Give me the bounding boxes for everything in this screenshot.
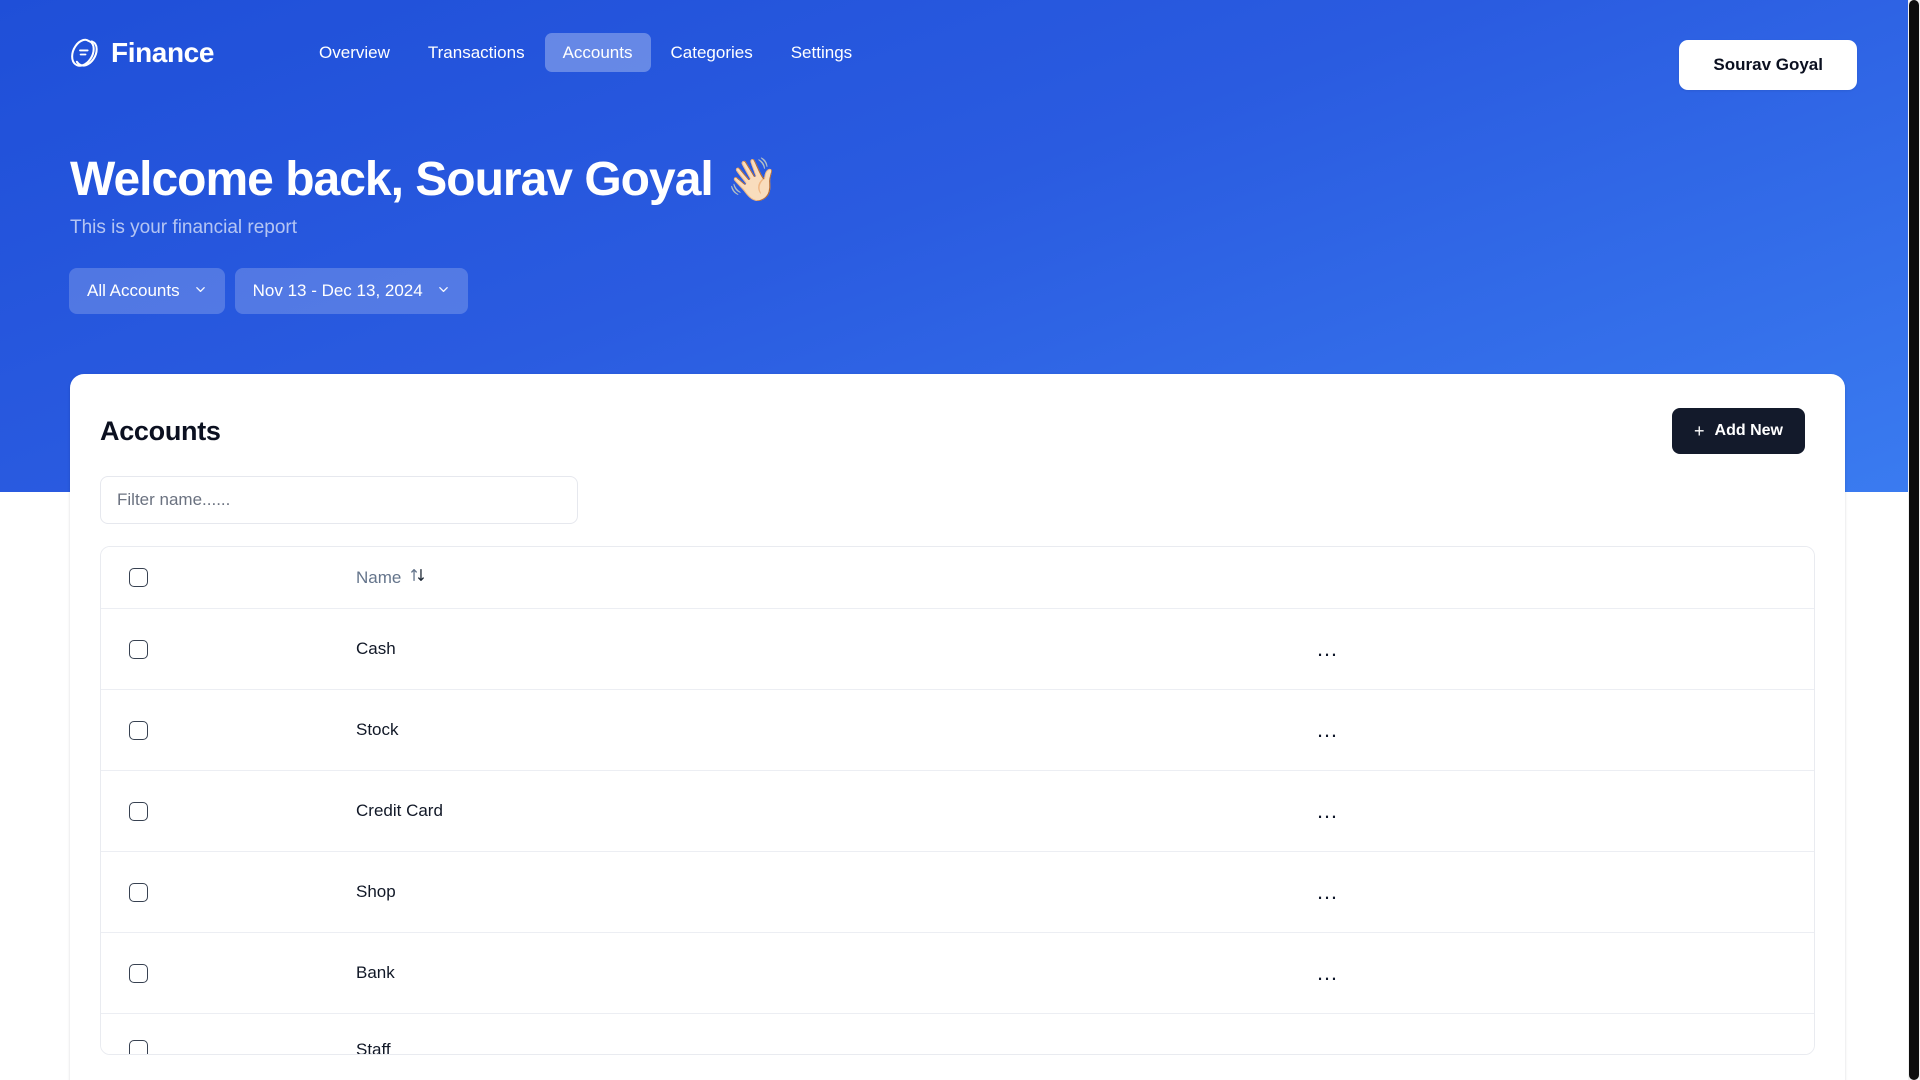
add-new-button[interactable]: + Add New bbox=[1672, 408, 1805, 454]
row-name-cell: Stock bbox=[356, 720, 1314, 740]
account-name: Stock bbox=[356, 720, 399, 739]
row-name-cell: Shop bbox=[356, 882, 1314, 902]
row-select-cell bbox=[101, 720, 356, 740]
plus-icon: + bbox=[1694, 421, 1705, 441]
nav-tab-settings[interactable]: Settings bbox=[773, 33, 870, 72]
row-select-cell bbox=[101, 963, 356, 983]
finance-mask-logo-icon bbox=[70, 38, 100, 68]
table-row[interactable]: Shop … bbox=[101, 852, 1814, 933]
column-header-name: Name bbox=[356, 567, 402, 587]
row-checkbox[interactable] bbox=[129, 963, 148, 983]
accounts-card: Accounts + Add New Name bbox=[70, 374, 1845, 1080]
row-checkbox[interactable] bbox=[129, 720, 148, 740]
card-title: Accounts bbox=[100, 415, 221, 446]
account-name: Bank bbox=[356, 963, 395, 982]
ellipsis-icon[interactable]: … bbox=[1314, 880, 1341, 903]
table-row[interactable]: Cash … bbox=[101, 609, 1814, 690]
page-scrollbar[interactable] bbox=[1908, 0, 1920, 1080]
ellipsis-icon[interactable]: … bbox=[1314, 718, 1341, 741]
sort-by-name-button[interactable]: Name bbox=[356, 567, 425, 588]
brand-name: Finance bbox=[111, 36, 215, 68]
card-header: Accounts + Add New bbox=[70, 374, 1845, 454]
date-range-label: Nov 13 - Dec 13, 2024 bbox=[252, 281, 423, 300]
nav-tabs: Overview Transactions Accounts Categorie… bbox=[301, 33, 870, 72]
sort-updown-icon bbox=[410, 567, 425, 588]
chevron-down-icon bbox=[194, 281, 207, 301]
page-title: Welcome back, Sourav Goyal 👋🏻 bbox=[70, 152, 779, 207]
date-range-filter-select[interactable]: Nov 13 - Dec 13, 2024 bbox=[234, 268, 468, 314]
page-subtitle: This is your financial report bbox=[70, 217, 298, 239]
account-name: Staff bbox=[356, 1040, 391, 1054]
row-checkbox[interactable] bbox=[129, 639, 148, 659]
nav-tab-categories[interactable]: Categories bbox=[653, 33, 771, 72]
page-title-text: Welcome back, Sourav Goyal bbox=[70, 153, 714, 206]
row-name-cell: Cash bbox=[356, 639, 1314, 659]
account-filter-select[interactable]: All Accounts bbox=[69, 268, 225, 314]
card-body: Name bbox=[70, 454, 1845, 1055]
row-select-cell bbox=[101, 1040, 356, 1054]
hero-filters: All Accounts Nov 13 - Dec 13, 2024 bbox=[69, 268, 468, 314]
top-navigation: Finance Overview Transactions Accounts C… bbox=[0, 0, 1908, 105]
row-actions-cell: … bbox=[1314, 1040, 1814, 1055]
row-checkbox[interactable] bbox=[129, 801, 148, 821]
row-checkbox[interactable] bbox=[129, 1040, 148, 1054]
ellipsis-icon[interactable]: … bbox=[1314, 1040, 1341, 1055]
row-select-cell bbox=[101, 801, 356, 821]
account-name: Shop bbox=[356, 882, 396, 901]
header-name-cell: Name bbox=[356, 567, 1314, 588]
row-actions-cell: … bbox=[1314, 637, 1814, 661]
accounts-table: Name Cash … Stock … Credit Card … Shop …… bbox=[100, 546, 1815, 1055]
filter-name-input[interactable] bbox=[100, 476, 578, 524]
row-name-cell: Bank bbox=[356, 963, 1314, 983]
app-root: Finance Overview Transactions Accounts C… bbox=[0, 0, 1920, 1080]
add-new-label: Add New bbox=[1714, 422, 1783, 439]
scrollbar-thumb[interactable] bbox=[1909, 0, 1919, 1080]
account-filter-label: All Accounts bbox=[87, 281, 180, 300]
row-actions-cell: … bbox=[1314, 799, 1814, 823]
nav-tab-accounts[interactable]: Accounts bbox=[544, 33, 651, 72]
table-row[interactable]: Stock … bbox=[101, 690, 1814, 771]
ellipsis-icon[interactable]: … bbox=[1314, 961, 1341, 984]
table-header-row: Name bbox=[101, 547, 1814, 609]
select-all-checkbox[interactable] bbox=[129, 568, 148, 587]
waving-hand-icon: 👋🏻 bbox=[726, 155, 779, 203]
row-checkbox[interactable] bbox=[129, 882, 148, 902]
user-menu-button[interactable]: Sourav Goyal bbox=[1679, 40, 1857, 90]
row-name-cell: Staff bbox=[356, 1040, 1314, 1054]
header-select-cell bbox=[101, 568, 356, 587]
row-actions-cell: … bbox=[1314, 880, 1814, 904]
account-name: Credit Card bbox=[356, 801, 443, 820]
row-actions-cell: … bbox=[1314, 718, 1814, 742]
ellipsis-icon[interactable]: … bbox=[1314, 799, 1341, 822]
table-row[interactable]: Bank … bbox=[101, 933, 1814, 1014]
account-name: Cash bbox=[356, 639, 396, 658]
table-row[interactable]: Credit Card … bbox=[101, 771, 1814, 852]
row-select-cell bbox=[101, 882, 356, 902]
table-row[interactable]: Staff … bbox=[101, 1014, 1814, 1054]
chevron-down-icon bbox=[437, 281, 450, 301]
nav-tab-transactions[interactable]: Transactions bbox=[410, 33, 543, 72]
ellipsis-icon[interactable]: … bbox=[1314, 637, 1341, 660]
row-actions-cell: … bbox=[1314, 961, 1814, 985]
row-name-cell: Credit Card bbox=[356, 801, 1314, 821]
brand[interactable]: Finance bbox=[70, 38, 214, 68]
row-select-cell bbox=[101, 639, 356, 659]
greeting-block: Welcome back, Sourav Goyal 👋🏻 This is yo… bbox=[70, 152, 779, 241]
nav-tab-overview[interactable]: Overview bbox=[301, 33, 408, 72]
